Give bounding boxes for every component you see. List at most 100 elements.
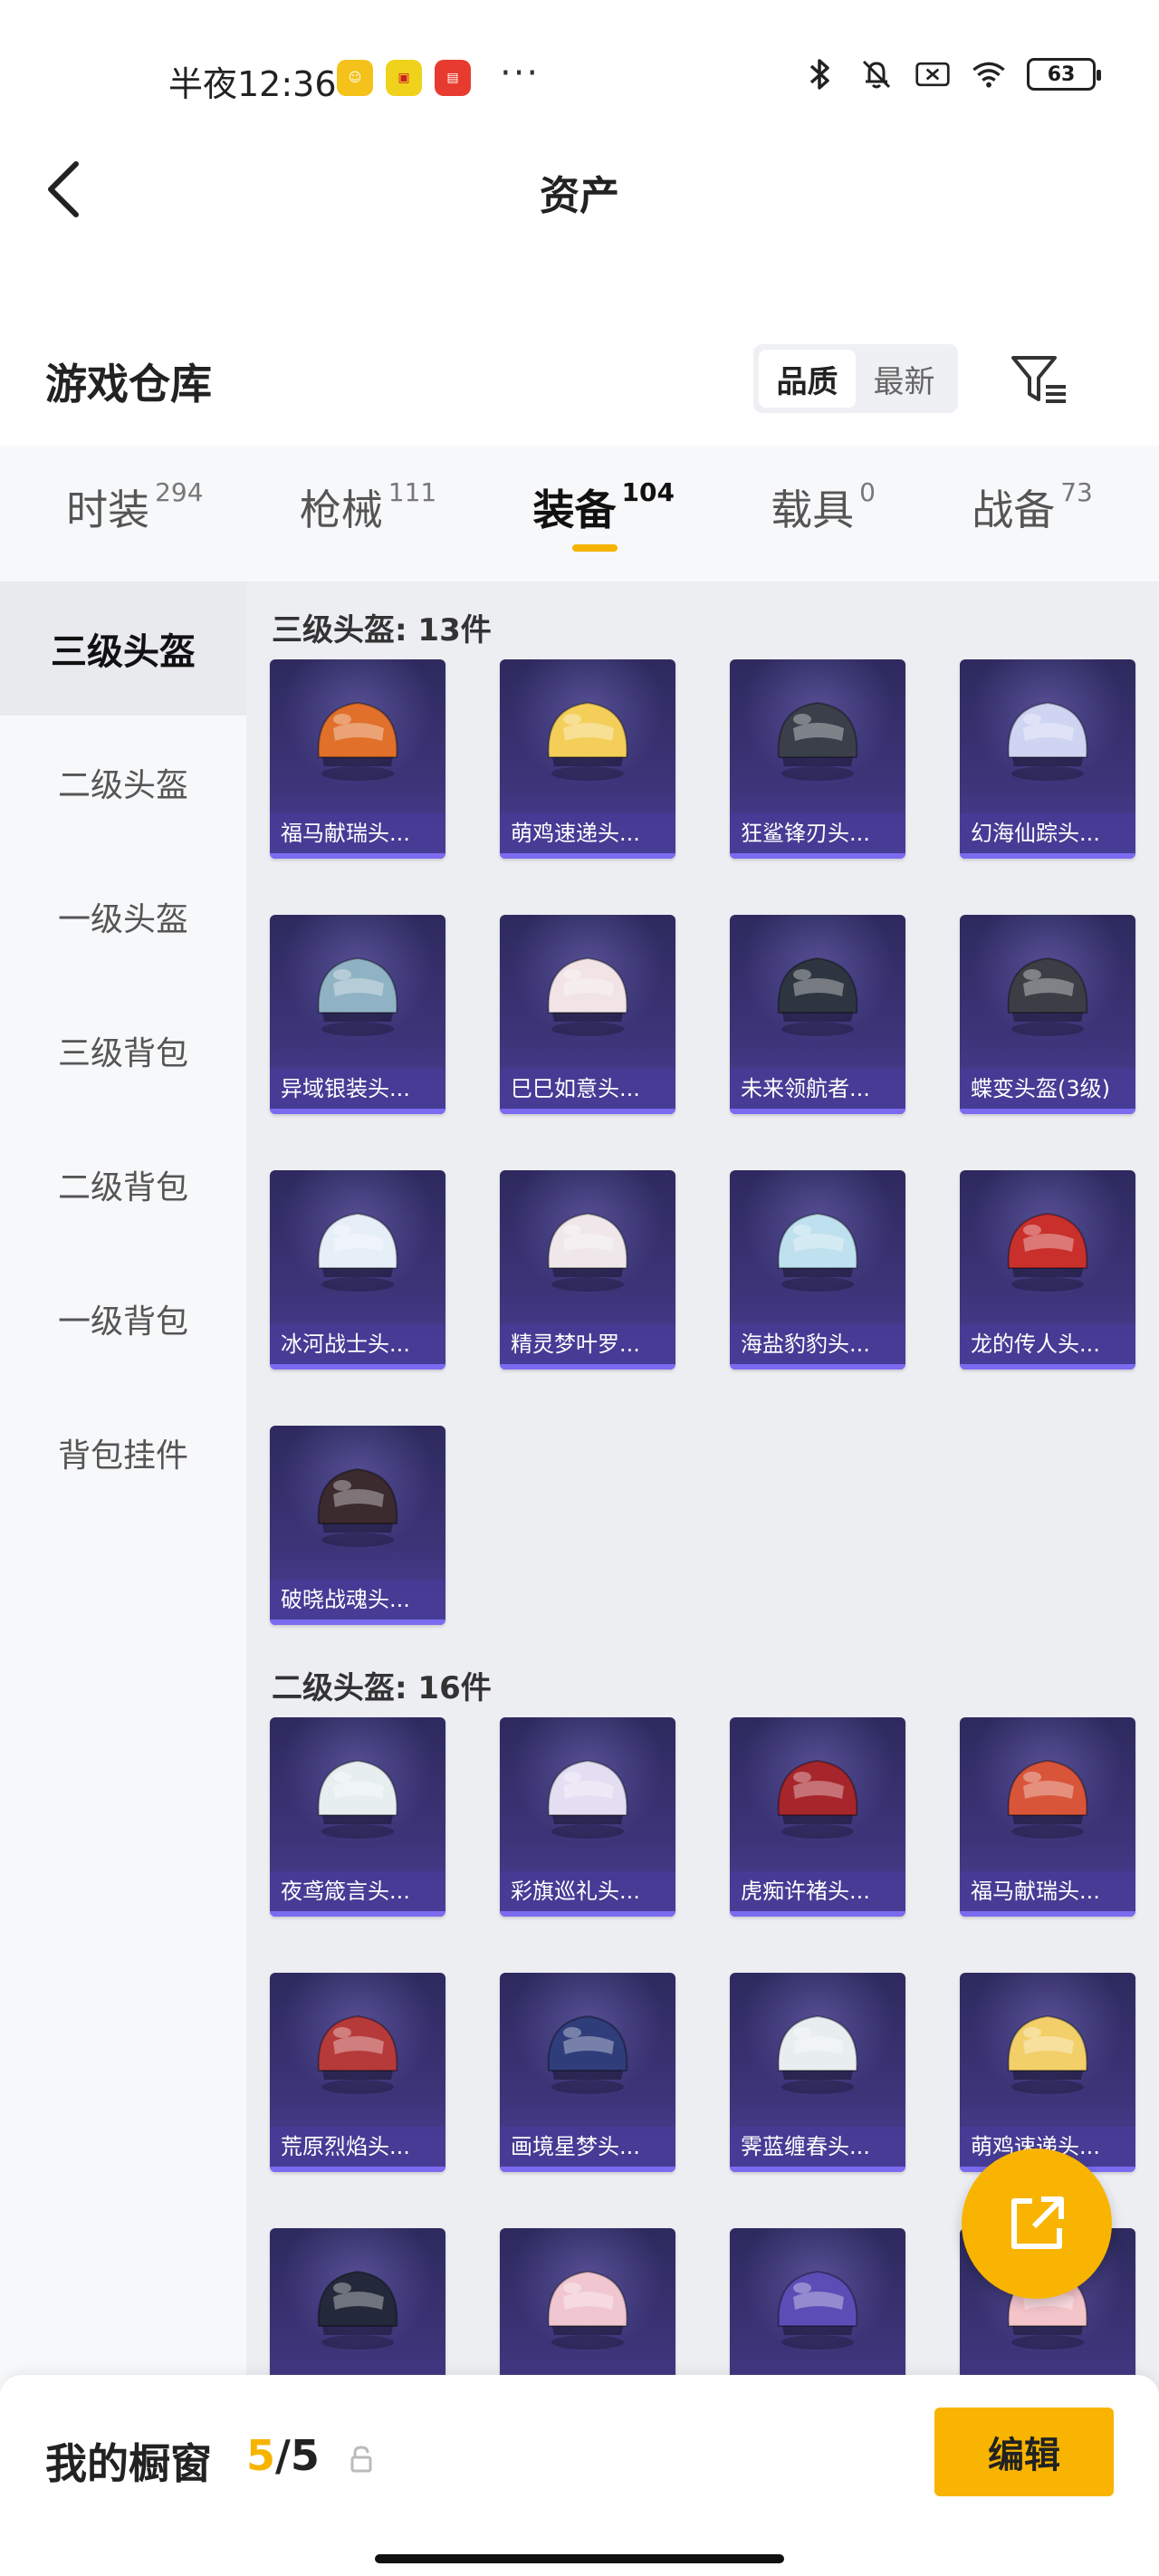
helmet-icon [777, 1759, 858, 1839]
item-name: 蝶变头盔(3级) [960, 1069, 1135, 1109]
helmet-icon [777, 2014, 858, 2094]
side-item-level2-backpack[interactable]: 二级背包 [0, 1118, 246, 1252]
item-name: 荒原烈焰头... [270, 2127, 445, 2167]
rarity-bar [270, 853, 445, 859]
tab-fashion[interactable]: 时装 294 [66, 477, 203, 550]
battery-indicator: 63 [1027, 58, 1101, 91]
item-name: 彩旗巡礼头... [500, 1871, 675, 1911]
item-name: 幻海仙踪头... [960, 813, 1135, 853]
app-notification-icon: ☺ [337, 60, 373, 96]
item-card[interactable]: 画境星梦头... [500, 1973, 675, 2172]
item-card[interactable]: 夜鸢箴言头... [270, 1717, 445, 1917]
section-title-level2-helmet: 二级头盔: 16件 [272, 1670, 492, 1706]
side-item-backpack-charm[interactable]: 背包挂件 [0, 1386, 246, 1520]
more-notifications-icon: ··· [500, 53, 541, 94]
tab-equipment[interactable]: 装备 104 [532, 477, 675, 552]
item-grid: 三级头盔: 13件 二级头盔: 16件 福马献瑞头... 萌鸡速递头... 狂鲨锋刃… [246, 582, 1159, 2393]
item-card[interactable]: 未来领航者... [730, 915, 905, 1114]
item-card[interactable]: 精灵梦叶罗... [500, 1170, 675, 1370]
side-item-level3-backpack[interactable]: 三级背包 [0, 984, 246, 1118]
rarity-bar [270, 1109, 445, 1114]
rarity-bar [960, 853, 1135, 859]
rarity-bar [500, 1364, 675, 1370]
side-item-level2-helmet[interactable]: 二级头盔 [0, 716, 246, 850]
section-title-level3-helmet: 三级头盔: 13件 [272, 612, 492, 649]
tab-label: 载具 [771, 485, 855, 534]
rarity-bar [730, 2167, 905, 2172]
item-card[interactable]: 龙的传人头... [960, 1170, 1135, 1370]
lock-icon [350, 2446, 372, 2473]
item-card[interactable]: 霁蓝缠春头... [730, 1973, 905, 2172]
item-card[interactable]: 福马献瑞头... [270, 659, 445, 859]
side-item-level1-helmet[interactable]: 一级头盔 [0, 850, 246, 984]
rarity-bar [960, 1364, 1135, 1370]
rarity-bar [270, 1620, 445, 1625]
rarity-bar [730, 853, 905, 859]
item-name: 破晓战魂头... [270, 1580, 445, 1620]
item-name: 夜鸢箴言头... [270, 1871, 445, 1911]
item-name: 龙的传人头... [960, 1324, 1135, 1364]
helmet-icon [1007, 701, 1088, 781]
tab-vehicles[interactable]: 载具 0 [771, 477, 876, 550]
item-name: 福马献瑞头... [270, 813, 445, 853]
tab-count: 294 [155, 477, 204, 507]
item-card[interactable] [500, 2228, 675, 2393]
rarity-bar [730, 1911, 905, 1917]
item-name: 未来领航者... [730, 1069, 905, 1109]
item-card[interactable]: 海盐豹豹头... [730, 1170, 905, 1370]
item-card[interactable]: 蝶变头盔(3级) [960, 915, 1135, 1114]
edit-button[interactable]: 编辑 [934, 2408, 1114, 2496]
side-item-level1-backpack[interactable]: 一级背包 [0, 1252, 246, 1386]
app-notification-icon: ▣ [386, 60, 422, 96]
helmet-icon [317, 701, 398, 781]
tab-weapons[interactable]: 枪械 111 [300, 477, 436, 550]
item-card[interactable]: 异域银装头... [270, 915, 445, 1114]
tab-gear[interactable]: 战备 73 [972, 477, 1093, 550]
item-card[interactable]: 巳巳如意头... [500, 915, 675, 1114]
rarity-bar [960, 1911, 1135, 1917]
item-card[interactable]: 萌鸡速递头... [500, 659, 675, 859]
item-card[interactable]: 幻海仙踪头... [960, 659, 1135, 859]
helmet-icon [547, 2270, 628, 2350]
rarity-bar [500, 1911, 675, 1917]
tab-count: 111 [388, 477, 437, 507]
item-card[interactable]: 破晓战魂头... [270, 1426, 445, 1625]
showcase-current: 5 [246, 2431, 276, 2480]
tab-count: 73 [1060, 477, 1093, 507]
item-card[interactable]: 狂鲨锋刃头... [730, 659, 905, 859]
category-tabs: 时装 294 枪械 111 装备 104 载具 0 战备 73 [0, 446, 1159, 582]
item-card[interactable]: 彩旗巡礼头... [500, 1717, 675, 1917]
home-indicator[interactable] [375, 2554, 784, 2563]
app-notification-icon: ▤ [435, 60, 471, 96]
showcase-separator: / [275, 2431, 291, 2480]
filter-button[interactable] [1003, 344, 1076, 417]
helmet-icon [1007, 956, 1088, 1036]
status-app-icons: ☺ ▣ ▤ [337, 60, 471, 96]
side-item-level3-helmet[interactable]: 三级头盔 [0, 582, 246, 716]
rarity-bar [270, 1364, 445, 1370]
sort-newest-button[interactable]: 最新 [856, 350, 953, 408]
app-header: 资产 [0, 136, 1159, 245]
item-card[interactable]: 虎痴许褚头... [730, 1717, 905, 1917]
tab-count: 104 [621, 477, 675, 507]
filter-icon [1011, 356, 1066, 403]
item-card[interactable]: 福马献瑞头... [960, 1717, 1135, 1917]
item-name: 异域银装头... [270, 1069, 445, 1109]
helmet-icon [317, 1212, 398, 1292]
showcase-title: 我的橱窗 [45, 2439, 212, 2488]
item-card[interactable] [270, 2228, 445, 2393]
item-card[interactable]: 萌鸡速递头... [960, 1973, 1135, 2172]
tab-count: 0 [859, 477, 876, 507]
item-card[interactable]: 荒原烈焰头... [270, 1973, 445, 2172]
sim-off-icon [915, 56, 951, 92]
item-name: 冰河战士头... [270, 1324, 445, 1364]
page-title: 资产 [540, 173, 619, 219]
share-fab-button[interactable] [962, 2148, 1112, 2299]
item-card[interactable] [730, 2228, 905, 2393]
sort-quality-button[interactable]: 品质 [759, 350, 856, 408]
item-card[interactable]: 冰河战士头... [270, 1170, 445, 1370]
helmet-icon [1007, 2014, 1088, 2094]
helmet-icon [317, 2270, 398, 2350]
showcase-count: 5/5 [246, 2431, 320, 2480]
helmet-icon [317, 1759, 398, 1839]
